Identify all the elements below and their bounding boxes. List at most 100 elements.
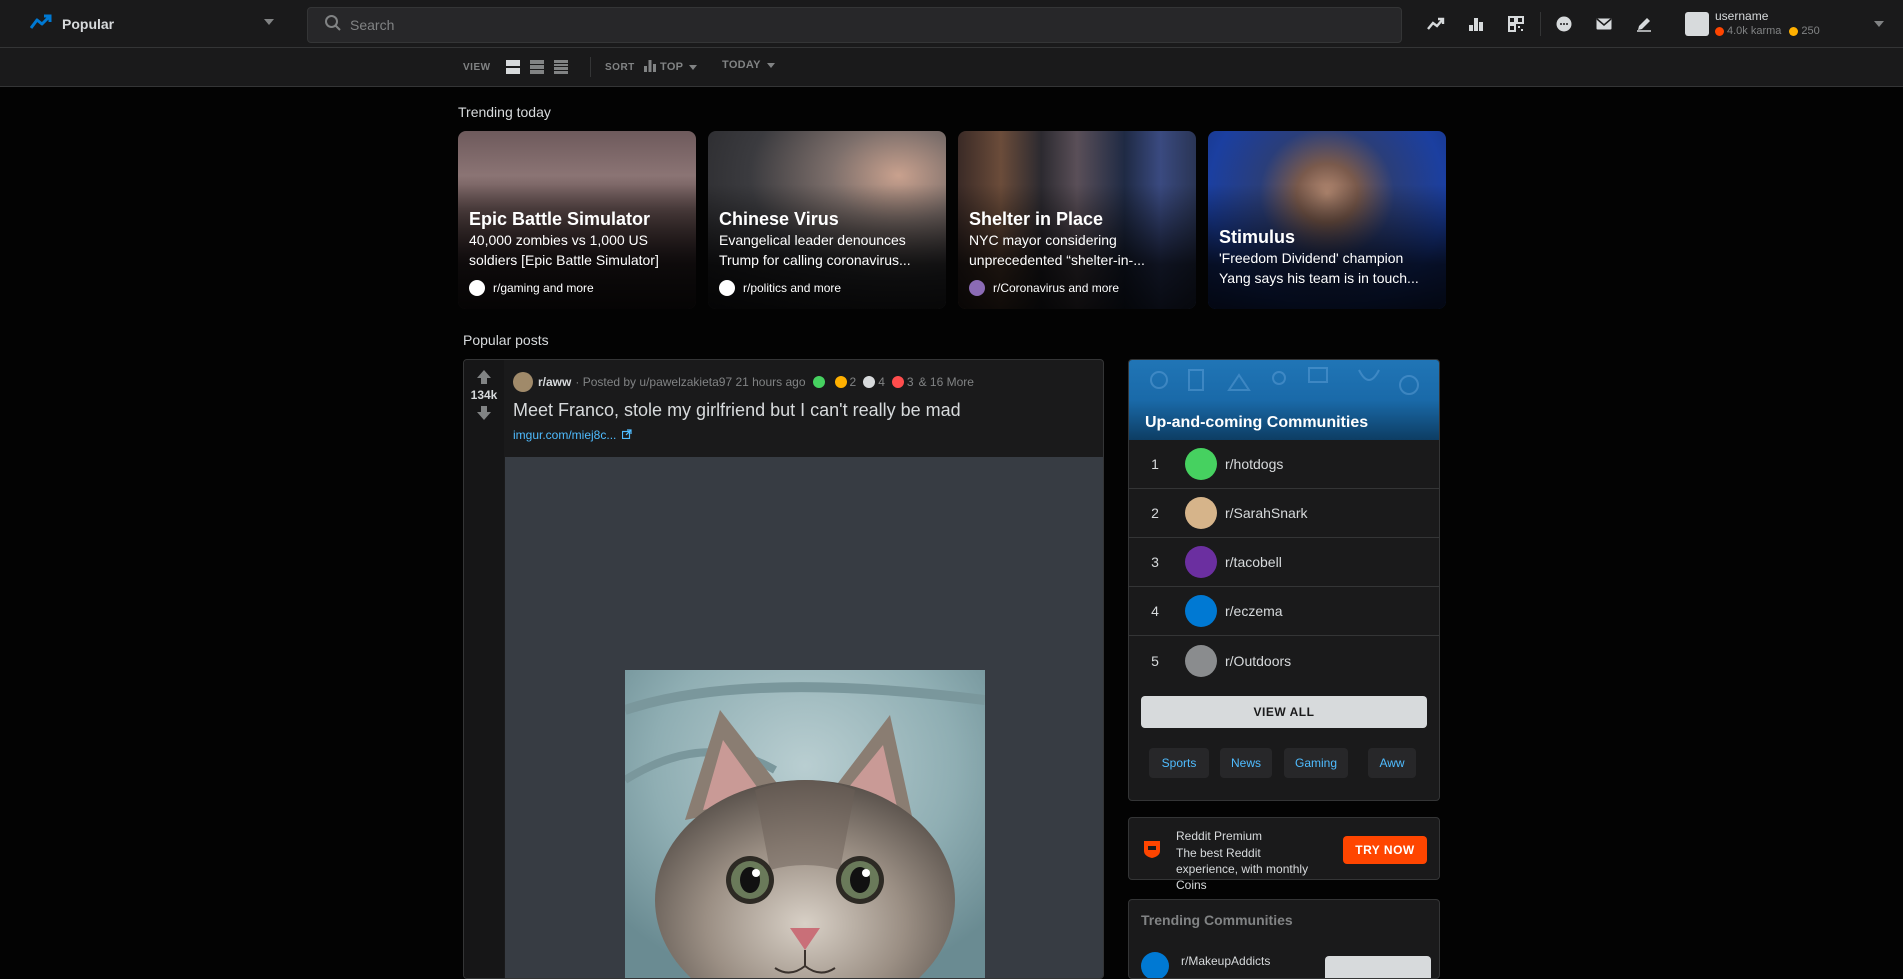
vote-column: 134k	[464, 360, 504, 978]
trending-card-desc: Evangelical leader denounces Trump for c…	[719, 232, 911, 268]
sort-label: SORT	[605, 62, 635, 73]
trending-card[interactable]: Chinese Virus Evangelical leader denounc…	[708, 131, 946, 309]
feed-selector[interactable]: Popular	[20, 6, 282, 42]
community-row[interactable]: 4 r/eczema	[1129, 587, 1439, 636]
trending-communities-widget: Trending Communities r/MakeupAddicts	[1128, 899, 1440, 979]
premium-widget: Reddit Premium The best Reddit experienc…	[1128, 817, 1440, 892]
trending-card-title: Chinese Virus	[719, 209, 839, 229]
chat-icon[interactable]	[1552, 12, 1576, 36]
stats-icon[interactable]	[1464, 12, 1488, 36]
try-now-button[interactable]: TRY NOW	[1343, 836, 1427, 864]
coin-count: 250	[1801, 25, 1820, 37]
view-sort-bar: VIEW SORT TOP TODAY	[0, 48, 1903, 87]
sort-dropdown[interactable]: TOP	[644, 59, 698, 75]
karma-icon	[1715, 27, 1724, 36]
community-row[interactable]: 3 r/tacobell	[1129, 538, 1439, 587]
trending-card[interactable]: Epic Battle Simulator 40,000 zombies vs …	[458, 131, 696, 309]
community-name: r/Outdoors	[1225, 652, 1292, 669]
community-name: r/tacobell	[1225, 554, 1282, 570]
view-all-button[interactable]: VIEW ALL	[1141, 696, 1427, 728]
award-icon	[863, 376, 876, 388]
chevron-down-icon	[1874, 21, 1884, 27]
karma-count: 4.0k karma	[1727, 25, 1782, 37]
community-rank: 5	[1151, 652, 1159, 669]
subreddit-icon	[469, 280, 485, 296]
community-icon	[1185, 497, 1217, 529]
top-header: Popular username 4.0k karma 250	[0, 0, 1903, 48]
post-title[interactable]: Meet Franco, stole my girlfriend but I c…	[513, 400, 961, 421]
sort-value: TOP	[660, 61, 684, 73]
post-media[interactable]	[505, 457, 1103, 978]
community-icon	[1185, 595, 1217, 627]
community-row[interactable]: 2 r/SarahSnark	[1129, 489, 1439, 538]
header-divider	[1540, 12, 1541, 36]
mail-icon[interactable]	[1592, 12, 1616, 36]
coin-icon	[1789, 27, 1799, 36]
category-pill-sports[interactable]: Sports	[1149, 748, 1209, 778]
divider	[590, 57, 591, 77]
posted-by[interactable]: · Posted by u/pawelzakieta97 21 hours ag…	[575, 375, 805, 389]
trending-title: Trending today	[458, 104, 551, 120]
subreddit-icon	[719, 280, 735, 296]
trending-card-title: Shelter in Place	[969, 209, 1104, 229]
community-row[interactable]: 5 r/Outdoors	[1129, 636, 1439, 685]
chevron-down-icon	[689, 64, 698, 70]
post-meta: r/aww · Posted by u/pawelzakieta97 21 ho…	[513, 372, 974, 392]
category-pill-gaming[interactable]: Gaming	[1284, 748, 1348, 778]
trending-card-sub: r/Coronavirus and more	[969, 280, 1119, 296]
award-icon	[812, 376, 825, 388]
award-count: 2	[849, 375, 857, 389]
community-icon	[1185, 448, 1217, 480]
premium-shield-icon	[1142, 839, 1162, 859]
popular-icon[interactable]	[1424, 12, 1448, 36]
community-icon	[1185, 644, 1217, 677]
post-image	[625, 670, 985, 978]
chevron-down-icon	[264, 19, 274, 25]
award-icon	[834, 376, 847, 388]
trending-card[interactable]: Shelter in Place NYC mayor considering u…	[958, 131, 1196, 309]
more-awards[interactable]: & 16 More	[919, 375, 974, 389]
award-count: 4	[878, 375, 885, 389]
username: username	[1715, 9, 1769, 23]
join-button[interactable]	[1325, 956, 1431, 978]
post-score: 134k	[470, 388, 498, 402]
trending-card-title: Epic Battle Simulator	[469, 209, 651, 229]
community-rank: 2	[1151, 505, 1159, 521]
community-row[interactable]: 1 r/hotdogs	[1129, 440, 1439, 489]
classic-view-icon[interactable]	[529, 59, 545, 75]
widget-title: Trending Communities	[1141, 912, 1293, 928]
create-post-icon[interactable]	[1632, 12, 1656, 36]
community-icon	[1185, 546, 1217, 578]
view-label: VIEW	[463, 62, 491, 73]
post-link[interactable]: imgur.com/miej8c...	[513, 428, 632, 442]
trending-card[interactable]: Stimulus 'Freedom Dividend' champion Yan…	[1208, 131, 1446, 309]
search-input[interactable]	[350, 17, 1350, 33]
premium-desc: The best Reddit experience, with monthly…	[1176, 846, 1309, 892]
subreddit-avatar	[513, 372, 533, 392]
award-icon	[891, 376, 904, 388]
time-value: TODAY	[722, 59, 761, 71]
community-rank: 1	[1151, 456, 1159, 472]
time-dropdown[interactable]: TODAY	[722, 59, 775, 71]
category-pill-aww[interactable]: Aww	[1368, 748, 1416, 778]
trending-card-sub: r/politics and more	[719, 280, 841, 296]
upcoming-communities-widget: Up-and-coming Communities 1 r/hotdogs 2 …	[1128, 359, 1440, 801]
upvote-icon[interactable]	[477, 370, 491, 384]
popular-trending-icon	[29, 14, 52, 35]
compact-view-icon[interactable]	[553, 59, 569, 75]
subreddit-link[interactable]: r/aww	[538, 375, 571, 389]
avatar	[1685, 12, 1709, 36]
post-card[interactable]: 134k r/aww · Posted by u/pawelzakieta97 …	[463, 359, 1104, 979]
feed-selector-label: Popular	[62, 16, 115, 32]
card-view-icon[interactable]	[505, 59, 521, 75]
qr-code-icon[interactable]	[1504, 12, 1528, 36]
search-bar[interactable]	[307, 7, 1402, 43]
trending-card-desc: 40,000 zombies vs 1,000 US soldiers [Epi…	[469, 232, 659, 268]
category-pill-news[interactable]: News	[1220, 748, 1272, 778]
award-count: 3	[906, 375, 914, 389]
downvote-icon[interactable]	[477, 406, 491, 420]
community-name: r/eczema	[1225, 603, 1283, 619]
search-icon	[324, 14, 342, 37]
user-menu[interactable]: username 4.0k karma 250	[1680, 6, 1890, 42]
subreddit-icon	[969, 280, 985, 296]
